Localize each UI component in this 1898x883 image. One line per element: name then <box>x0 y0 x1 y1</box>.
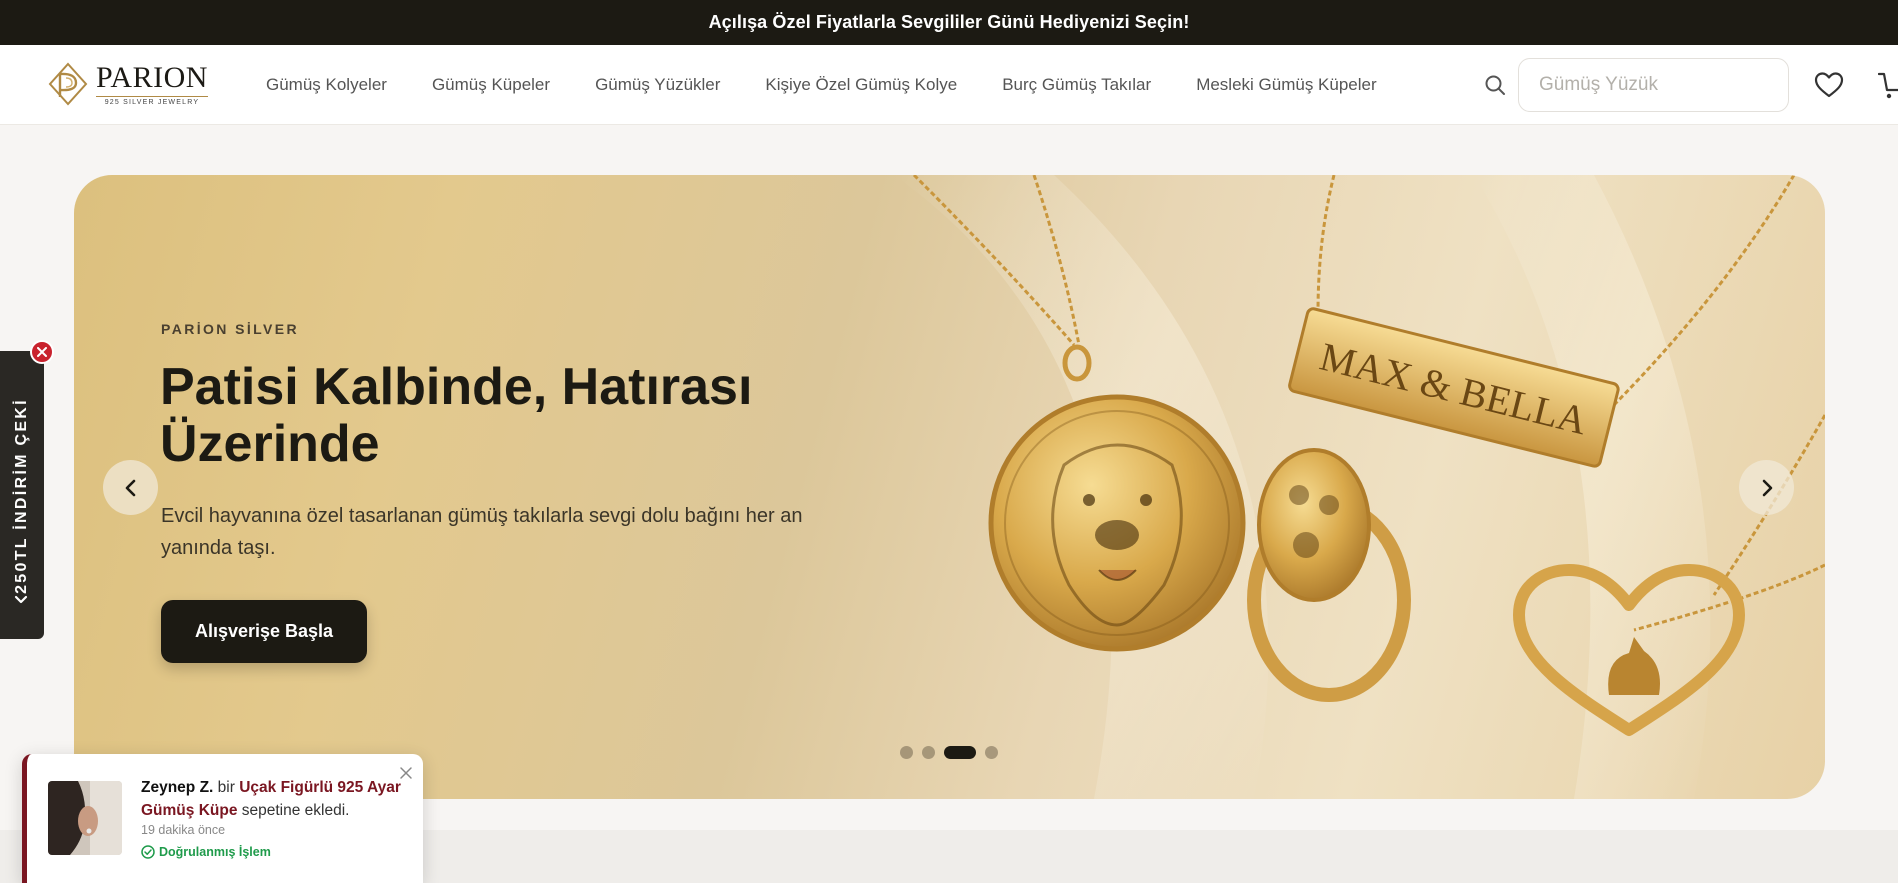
hero-eyebrow: PARİON SİLVER <box>161 321 300 337</box>
chevron-down-icon[interactable] <box>12 591 30 609</box>
nav-item-gumus-kolyeler[interactable]: Gümüş Kolyeler <box>266 75 387 95</box>
chevron-right-icon <box>1762 479 1772 496</box>
slider-dot-2[interactable] <box>922 746 935 759</box>
toast-verified-text: Doğrulanmış İşlem <box>159 845 271 859</box>
slider-next-button[interactable] <box>1739 460 1794 515</box>
cart-icon[interactable] <box>1878 69 1898 101</box>
slider-prev-button[interactable] <box>103 460 158 515</box>
toast-action: sepetine ekledi. <box>241 802 350 819</box>
slider-dot-1[interactable] <box>900 746 913 759</box>
shop-now-button[interactable]: Alışverişe Başla <box>161 600 367 663</box>
slider-dots <box>900 746 998 759</box>
toast-message: Zeynep Z. bir Uçak Figürlü 925 Ayar Gümü… <box>141 776 406 822</box>
toast-connector: bir <box>217 779 235 796</box>
brand-name: PARION <box>96 60 208 94</box>
nav-item-mesleki-kupeler[interactable]: Mesleki Gümüş Küpeler <box>1196 75 1376 95</box>
discount-side-tab[interactable]: 250TL İNDİRİM ÇEKİ <box>0 351 44 639</box>
toast-verified-badge: Doğrulanmış İşlem <box>141 845 271 859</box>
hero-slider: MAX & BELLA PARİON SİLVER Patisi Kalbind… <box>74 175 1825 799</box>
toast-close-icon[interactable] <box>399 766 413 780</box>
nav-item-gumus-yuzukler[interactable]: Gümüş Yüzükler <box>595 75 720 95</box>
discount-side-label: 250TL İNDİRİM ÇEKİ <box>13 398 30 594</box>
nav-item-gumus-kupeler[interactable]: Gümüş Küpeler <box>432 75 550 95</box>
check-circle-icon <box>141 845 155 859</box>
slider-dot-4[interactable] <box>985 746 998 759</box>
logo-mark-icon <box>48 62 88 106</box>
search-input[interactable] <box>1518 58 1789 112</box>
toast-timestamp: 19 dakika önce <box>141 823 226 837</box>
product-thumbnail[interactable] <box>48 781 122 855</box>
nav-item-kisiye-ozel-kolye[interactable]: Kişiye Özel Gümüş Kolye <box>765 75 957 95</box>
discount-close-button[interactable] <box>30 340 54 364</box>
announcement-text: Açılışa Özel Fiyatlarla Sevgililer Günü … <box>708 12 1190 32</box>
hero-description: Evcil hayvanına özel tasarlanan gümüş ta… <box>161 505 803 559</box>
announcement-bar: Açılışa Özel Fiyatlarla Sevgililer Günü … <box>0 0 1898 45</box>
toast-customer-name: Zeynep Z. <box>141 779 214 796</box>
heart-icon[interactable] <box>1814 71 1844 99</box>
slider-dot-3[interactable] <box>944 746 976 759</box>
site-header: PARION 925 SILVER JEWELRY Gümüş Kolyeler… <box>0 45 1898 125</box>
cart-activity-toast: Zeynep Z. bir Uçak Figürlü 925 Ayar Gümü… <box>22 754 423 883</box>
chevron-left-icon <box>125 479 135 496</box>
nav-item-burc-takilar[interactable]: Burç Gümüş Takılar <box>1002 75 1151 95</box>
hero-jewelry-photo: MAX & BELLA <box>894 175 1825 799</box>
search-icon[interactable] <box>1483 73 1507 97</box>
close-icon <box>37 347 47 357</box>
brand-logo[interactable]: PARION 925 SILVER JEWELRY <box>46 61 208 107</box>
brand-tagline: 925 SILVER JEWELRY <box>96 95 208 106</box>
hero-title: Patisi Kalbinde, Hatırası Üzerinde <box>160 358 753 473</box>
main-nav: Gümüş Kolyeler Gümüş Küpeler Gümüş Yüzük… <box>266 45 1377 125</box>
